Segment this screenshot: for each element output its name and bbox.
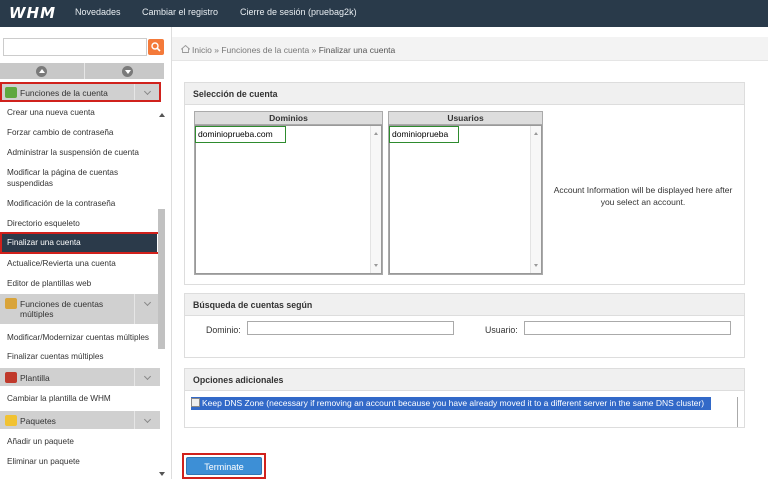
additional-options-panel: Opciones adicionales Keep DNS Zone (nece… <box>184 368 745 428</box>
breadcrumb-section[interactable]: Funciones de la cuenta <box>221 45 309 55</box>
nav-logout[interactable]: Cierre de sesión (pruebag2k) <box>240 0 357 27</box>
sidebar-item-modificacion-contrasena[interactable]: Modificación de la contraseña <box>0 194 157 214</box>
sidebar-item-modificar-multiples[interactable]: Modificar/Modernizar cuentas múltiples <box>0 328 157 348</box>
domains-scrollbar[interactable] <box>370 126 381 273</box>
panel-title: Búsqueda de cuentas según <box>185 294 744 316</box>
template-icon <box>5 372 17 383</box>
expand-all-button[interactable] <box>84 63 166 79</box>
sidebar-item-actualice-revierta[interactable]: Actualice/Revierta una cuenta <box>0 254 157 274</box>
sidebar-item-crear-cuenta[interactable]: Crear una nueva cuenta <box>0 103 157 123</box>
multi-accounts-icon <box>5 298 17 309</box>
keep-dns-checkbox[interactable] <box>191 398 200 407</box>
users-scrollbar[interactable] <box>530 126 541 273</box>
search-icon <box>151 42 161 52</box>
panel-title: Selección de cuenta <box>185 83 744 105</box>
users-header: Usuarios <box>389 112 542 125</box>
main-content: Selección de cuenta Dominios dominioprue… <box>172 62 768 479</box>
terminate-highlight: Terminate <box>182 453 266 479</box>
section-header-paquetes[interactable]: Paquetes <box>0 411 160 429</box>
chevron-down-icon[interactable] <box>134 368 160 386</box>
sidebar-scroll-down-icon[interactable] <box>159 472 165 476</box>
sidebar-item-cambiar-plantilla[interactable]: Cambiar la plantilla de WHM <box>0 389 157 409</box>
account-search-panel: Búsqueda de cuentas según Dominio: Usuar… <box>184 293 745 358</box>
user-search-input[interactable] <box>524 321 731 335</box>
breadcrumb-current: Finalizar una cuenta <box>318 45 396 55</box>
sidebar: Funciones de la cuenta Crear una nueva c… <box>0 27 172 479</box>
expand-down-icon <box>122 66 133 77</box>
breadcrumb-separator: » <box>311 45 317 55</box>
chevron-down-icon[interactable] <box>134 411 160 429</box>
collapse-controls <box>0 63 164 79</box>
sidebar-item-suspension[interactable]: Administrar la suspensión de cuenta <box>0 143 157 163</box>
breadcrumb-separator: » <box>214 45 219 55</box>
section-header-plantilla[interactable]: Plantilla <box>0 368 160 386</box>
sidebar-item-editor-plantillas[interactable]: Editor de plantillas web <box>0 274 157 294</box>
keep-dns-label: Keep DNS Zone (necessary if removing an … <box>202 398 705 408</box>
section-header-cuentas-multiples[interactable]: Funciones de cuentas múltiples <box>0 294 160 324</box>
home-icon[interactable] <box>181 45 190 53</box>
collapse-all-button[interactable] <box>0 63 82 79</box>
collapse-up-icon <box>36 66 47 77</box>
domain-search-input[interactable] <box>247 321 454 335</box>
sidebar-search <box>3 38 164 56</box>
nav-cambiar-registro[interactable]: Cambiar el registro <box>142 0 218 27</box>
sidebar-scroll-up-icon[interactable] <box>159 113 165 117</box>
domain-label: Dominio: <box>206 325 241 335</box>
highlight-user <box>389 126 459 143</box>
top-bar: WHM Novedades Cambiar el registro Cierre… <box>0 0 768 27</box>
keep-dns-option[interactable]: Keep DNS Zone (necessary if removing an … <box>191 397 741 429</box>
terminate-button[interactable]: Terminate <box>186 457 262 475</box>
highlight-box-section <box>0 82 161 102</box>
breadcrumb-bar: Inicio » Funciones de la cuenta » Finali… <box>172 37 768 61</box>
sidebar-item-forzar-cambio[interactable]: Forzar cambio de contraseña <box>0 123 157 143</box>
sidebar-item-pagina-suspendidas[interactable]: Modificar la página de cuentas suspendid… <box>0 163 157 195</box>
packages-icon <box>5 415 17 426</box>
sidebar-item-anadir-paquete[interactable]: Añadir un paquete <box>0 432 157 452</box>
search-button[interactable] <box>148 39 164 55</box>
sidebar-item-eliminar-paquete[interactable]: Eliminar un paquete <box>0 452 157 472</box>
chevron-down-icon[interactable] <box>134 294 160 324</box>
domains-listbox[interactable]: dominioprueba.com <box>195 125 382 274</box>
sidebar-scrollbar-thumb[interactable] <box>158 209 165 349</box>
whm-logo[interactable]: WHM <box>9 4 61 22</box>
sidebar-item-finalizar-multiples[interactable]: Finalizar cuentas múltiples <box>0 347 157 367</box>
highlight-domain <box>195 126 286 143</box>
user-label: Usuario: <box>485 325 518 335</box>
breadcrumb: Inicio » Funciones de la cuenta » Finali… <box>192 45 395 55</box>
breadcrumb-home[interactable]: Inicio <box>192 45 212 55</box>
highlight-box-active-item <box>0 232 161 254</box>
account-selection-panel: Selección de cuenta Dominios dominioprue… <box>184 82 745 285</box>
domains-header: Dominios <box>195 112 382 125</box>
panel-title: Opciones adicionales <box>185 369 744 391</box>
users-listbox[interactable]: dominioprueba <box>389 125 542 274</box>
search-input[interactable] <box>3 38 147 56</box>
account-info-placeholder: Account Information will be displayed he… <box>553 185 733 207</box>
sidebar-item-directorio-esqueleto[interactable]: Directorio esqueleto <box>0 214 157 234</box>
nav-novedades[interactable]: Novedades <box>75 0 121 27</box>
